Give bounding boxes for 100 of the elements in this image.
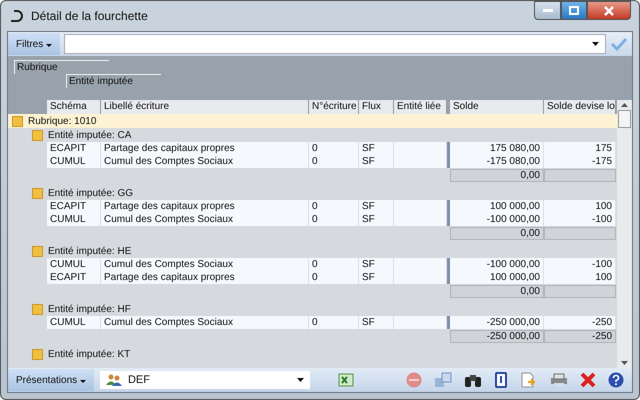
table-cell bbox=[394, 258, 447, 271]
total-cell: 0,00 bbox=[450, 285, 544, 298]
table-cell: 100 000,00 bbox=[447, 271, 544, 284]
total-cell bbox=[544, 227, 616, 240]
table-cell: ECAPIT bbox=[47, 142, 101, 155]
close-button[interactable] bbox=[587, 1, 631, 20]
group-label: Entité imputée: HE bbox=[48, 246, 132, 256]
table-cell: 100 bbox=[544, 271, 616, 284]
table-cell: SF bbox=[359, 142, 394, 155]
vertical-scrollbar[interactable] bbox=[617, 100, 632, 368]
scroll-thumb[interactable] bbox=[618, 110, 631, 128]
column-header[interactable]: Libellé écriture bbox=[101, 100, 309, 114]
group-icon bbox=[32, 246, 43, 256]
table-cell: Partage des capitaux propres bbox=[101, 142, 309, 155]
table-cell: -250 bbox=[544, 316, 616, 329]
total-cell bbox=[544, 169, 616, 182]
caret-icon bbox=[296, 378, 304, 382]
table-cell: Partage des capitaux propres bbox=[101, 271, 309, 284]
close-icon bbox=[603, 6, 615, 16]
group-icon bbox=[32, 348, 43, 360]
table-cell: 175 080,00 bbox=[447, 142, 544, 155]
table-cell: -250 000,00 bbox=[447, 316, 544, 329]
table-cell: Cumul des Comptes Sociaux bbox=[101, 155, 309, 168]
table-cell bbox=[394, 213, 447, 226]
table-cell bbox=[394, 142, 447, 155]
table-cell: -175 080,00 bbox=[447, 155, 544, 168]
scroll-down-icon[interactable] bbox=[621, 361, 628, 365]
group-by-chip[interactable]: Rubrique bbox=[14, 60, 109, 74]
binoculars-icon[interactable] bbox=[464, 372, 482, 388]
table-cell: 100 bbox=[544, 200, 616, 213]
total-cell: -250 bbox=[544, 330, 616, 343]
table-cell: 0 bbox=[309, 213, 359, 226]
table-cell: 100 000,00 bbox=[447, 200, 544, 213]
group-label: Entité imputée: HF bbox=[48, 304, 131, 314]
caret-icon bbox=[592, 42, 599, 46]
table-cell: CUMUL bbox=[47, 213, 101, 226]
table-cell: 175 bbox=[544, 142, 616, 155]
table-cell: SF bbox=[359, 258, 394, 271]
help-icon[interactable] bbox=[608, 372, 624, 388]
document-arrow-icon[interactable] bbox=[520, 372, 538, 388]
column-header[interactable]: Solde devise lo bbox=[544, 100, 616, 114]
column-header[interactable]: Solde bbox=[450, 100, 544, 114]
table-cell: SF bbox=[359, 200, 394, 213]
table-cell: Cumul des Comptes Sociaux bbox=[101, 258, 309, 271]
minimize-button[interactable] bbox=[534, 1, 561, 20]
group-icon bbox=[32, 130, 43, 140]
spreadsheet-icon[interactable] bbox=[338, 373, 354, 387]
table-cell: 0 bbox=[309, 258, 359, 271]
window-title: Détail de la fourchette bbox=[31, 9, 148, 23]
caret-icon bbox=[80, 380, 86, 382]
filter-field[interactable] bbox=[64, 34, 606, 54]
windows-icon[interactable] bbox=[434, 372, 452, 388]
table-cell: 0 bbox=[309, 316, 359, 329]
group-label: Entité imputée: GG bbox=[48, 188, 134, 198]
table-cell: Partage des capitaux propres bbox=[101, 200, 309, 213]
table-cell: ECAPIT bbox=[47, 200, 101, 213]
table-cell: -100 bbox=[544, 258, 616, 271]
filter-menu-button[interactable]: Filtres bbox=[8, 33, 60, 55]
column-header[interactable]: Flux bbox=[359, 100, 394, 114]
group-label: Rubrique: 1010 bbox=[28, 116, 96, 126]
scroll-up-icon[interactable] bbox=[621, 103, 628, 107]
table-cell: CUMUL bbox=[47, 155, 101, 168]
table-cell bbox=[394, 271, 447, 284]
close-icon[interactable] bbox=[580, 372, 596, 388]
maximize-icon bbox=[569, 6, 579, 15]
total-cell: 0,00 bbox=[450, 169, 544, 182]
table-cell: -100 bbox=[544, 213, 616, 226]
caret-icon bbox=[46, 44, 52, 46]
group-icon bbox=[32, 188, 43, 198]
app-icon bbox=[9, 10, 25, 22]
minimize-icon bbox=[542, 9, 552, 12]
group-label: Entité imputée: KT bbox=[48, 348, 130, 360]
presentation-dropdown[interactable]: DEF bbox=[100, 371, 310, 389]
table-cell: SF bbox=[359, 155, 394, 168]
table-cell: 0 bbox=[309, 142, 359, 155]
printer-icon[interactable] bbox=[550, 372, 568, 388]
table-cell: SF bbox=[359, 271, 394, 284]
total-cell: -250 000,00 bbox=[450, 330, 544, 343]
column-header[interactable]: Entité liée bbox=[394, 100, 447, 114]
table-cell: SF bbox=[359, 316, 394, 329]
table-cell: 0 bbox=[309, 200, 359, 213]
table-cell bbox=[394, 200, 447, 213]
table-cell: Cumul des Comptes Sociaux bbox=[101, 213, 309, 226]
book-icon[interactable] bbox=[494, 372, 508, 388]
table-cell: SF bbox=[359, 213, 394, 226]
total-cell bbox=[544, 285, 616, 298]
table-cell: CUMUL bbox=[47, 316, 101, 329]
table-cell: 0 bbox=[309, 271, 359, 284]
group-by-chip[interactable]: Entité imputée bbox=[66, 74, 161, 88]
table-cell bbox=[394, 155, 447, 168]
table-cell bbox=[394, 316, 447, 329]
group-label: Entité imputée: CA bbox=[48, 130, 132, 140]
total-cell: 0,00 bbox=[450, 227, 544, 240]
table-cell: 0 bbox=[309, 155, 359, 168]
table-cell: -100 000,00 bbox=[447, 258, 544, 271]
apply-check-icon[interactable] bbox=[610, 37, 628, 51]
maximize-button[interactable] bbox=[561, 1, 587, 20]
presentations-menu-button[interactable]: Présentations bbox=[8, 369, 94, 391]
column-header[interactable]: N°écriture bbox=[309, 100, 359, 114]
column-header[interactable]: Schéma bbox=[47, 100, 101, 114]
